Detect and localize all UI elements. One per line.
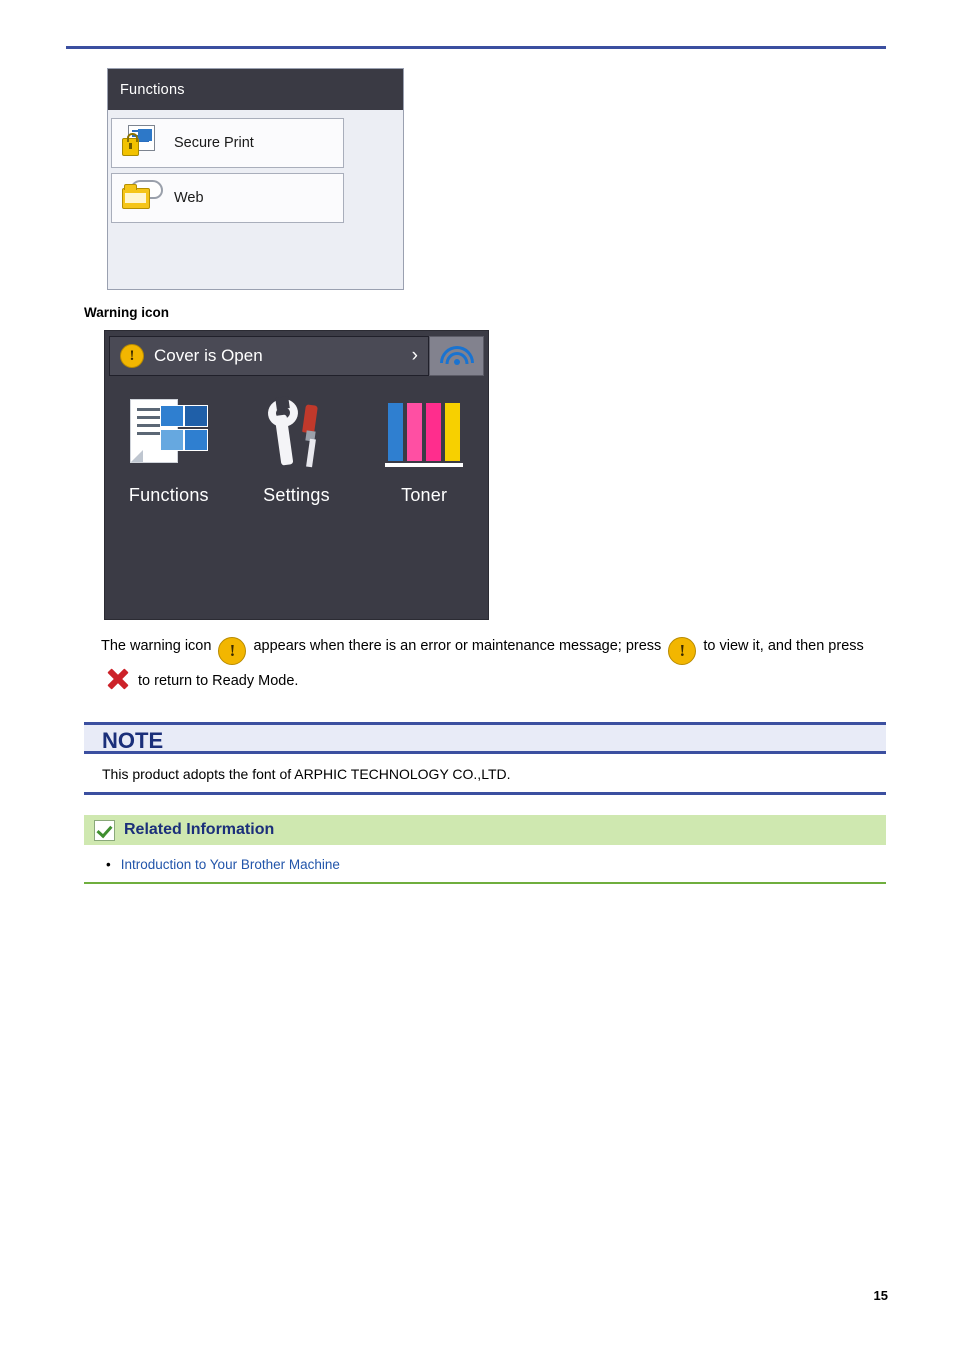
warning-icon-caption: Warning icon [84,305,169,320]
red-x-icon [104,665,131,692]
functions-icon [113,391,225,479]
home-screen-status-bar: ! Cover is Open › [109,336,429,376]
home-screen-image: ! Cover is Open › Functions Settings Ton… [104,330,489,620]
toner-bars-icon [368,391,480,479]
home-screen-app-label: Functions [128,485,209,505]
note-title: NOTE [102,728,164,753]
wifi-icon [439,346,474,366]
note-header: NOTE [84,722,886,754]
home-screen-app-label: Toner [401,485,448,505]
web-cloud-folder-icon [122,180,164,216]
functions-screen-item-web: Web [111,173,344,223]
green-check-icon [94,819,115,841]
wifi-status-button [429,336,484,376]
warning-icon: ! [668,637,697,665]
paragraph-part-2: appears when there is an error or mainte… [253,638,662,654]
note-body: This product adopts the font of ARPHIC T… [84,754,886,795]
document-page: Functions Secure Print Web Warning icon … [0,0,954,1350]
bullet-glyph: • [106,857,111,872]
warning-icon: ! [120,344,144,368]
related-information-title: Related Information [124,821,275,838]
functions-screen-item-label: Web [174,190,204,206]
functions-screen-item-label: Secure Print [174,135,254,151]
paragraph-part-4: to return to Ready Mode. [138,673,299,689]
related-information-body: • Introduction to Your Brother Machine [84,845,886,884]
secure-print-icon [122,125,164,161]
home-screen-app-label: Settings [263,485,330,505]
paragraph-part-3: to view it, and then press [703,638,864,654]
warning-icon: ! [218,637,247,665]
settings-tools-icon [240,391,352,479]
page-top-rule [66,46,886,49]
functions-screen-item-secure-print: Secure Print [111,118,344,168]
warning-icon-description: The warning icon ! appears when there is… [101,630,891,697]
note-block: NOTE This product adopts the font of ARP… [84,722,886,795]
paragraph-part-1: The warning icon [101,638,212,654]
home-screen-app-functions: Functions [113,391,225,506]
related-information-link[interactable]: Introduction to Your Brother Machine [121,857,340,872]
chevron-right-icon: › [411,345,418,366]
functions-screen-image: Functions Secure Print Web [107,68,404,290]
list-item: • Introduction to Your Brother Machine [106,857,886,872]
home-screen-app-settings: Settings [240,391,352,506]
functions-screen-title: Functions [108,69,403,110]
home-screen-status-message: Cover is Open [154,346,263,365]
home-screen-app-row: Functions Settings Toner [105,391,488,506]
related-information-header: Related Information [84,815,886,845]
related-information-block: Related Information • Introduction to Yo… [84,815,886,884]
page-number: 15 [873,1288,888,1303]
home-screen-app-toner: Toner [368,391,480,506]
